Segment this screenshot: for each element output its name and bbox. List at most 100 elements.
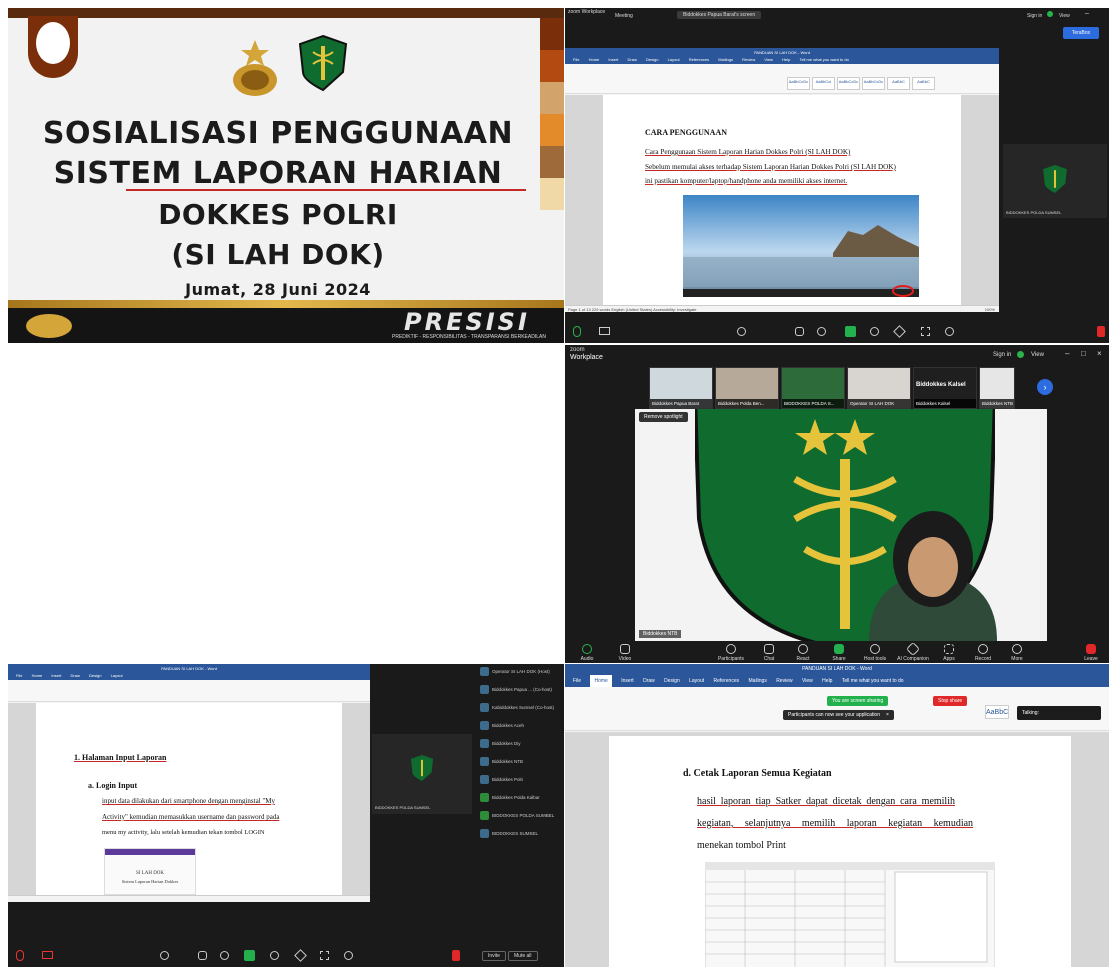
tab-review[interactable]: Review	[742, 57, 755, 62]
tab-design[interactable]: Design	[89, 673, 101, 678]
tab-view[interactable]: View	[764, 57, 773, 62]
tab-draw[interactable]: Draw	[71, 673, 80, 678]
chat-icon[interactable]	[795, 327, 804, 336]
main-speaker-video[interactable]: Remove spotlight Biddokkes NTB	[635, 409, 1047, 641]
tab-help[interactable]: Help	[822, 675, 832, 687]
react-button[interactable]: React	[785, 644, 821, 662]
word-page[interactable]: d. Cetak Laporan Semua Kegiatan hasil la…	[609, 736, 1071, 967]
participant-row[interactable]: BIDDOKKES SUMSEL	[480, 826, 564, 842]
participant-thumb[interactable]: BIDDOKKES POLDA S...	[781, 367, 845, 409]
meeting-tab[interactable]: Meeting	[615, 13, 633, 19]
ai-companion-button[interactable]: AI Companion	[893, 641, 933, 662]
chat-icon[interactable]	[198, 951, 207, 960]
style-no-spacing[interactable]: AaBbCcDc	[862, 77, 885, 90]
tab-insert[interactable]: Insert	[608, 57, 618, 62]
record-button[interactable]: Record	[965, 644, 1001, 662]
leave-icon[interactable]	[1097, 326, 1105, 337]
tab-file[interactable]: File	[16, 673, 22, 678]
minimize-icon[interactable]: –	[1065, 349, 1069, 358]
participant-video-tile[interactable]: BIDDOKKES POLDA SUMSEL	[372, 734, 472, 814]
audio-icon[interactable]	[573, 326, 581, 337]
tab-mailings[interactable]: Mailings	[718, 57, 733, 62]
style-body-text[interactable]: AaBbCcI	[812, 77, 835, 90]
tab-home[interactable]: Home	[32, 673, 43, 678]
tab-design[interactable]: Design	[664, 675, 680, 687]
word-page[interactable]: CARA PENGGUNAAN Cara Penggunaan Sistem L…	[603, 95, 961, 305]
style-body-text-2[interactable]: AaBbCcDc	[837, 77, 860, 90]
participants-icon[interactable]	[160, 951, 169, 960]
participant-row[interactable]: Operator SI LAH DOK (Host)	[480, 664, 564, 680]
tab-view[interactable]: View	[802, 675, 813, 687]
participants-button[interactable]: Participants	[713, 644, 749, 662]
apps-button[interactable]: Apps	[931, 644, 967, 662]
tab-references[interactable]: References	[714, 675, 740, 687]
remove-spotlight-button[interactable]: Remove spotlight	[639, 412, 688, 422]
maximize-icon[interactable]: □	[1081, 349, 1086, 358]
participant-thumb[interactable]: Biddokkes Kalsel Biddokkes Kalsel	[913, 367, 977, 409]
tab-references[interactable]: References	[689, 57, 709, 62]
apps-icon[interactable]	[921, 327, 930, 336]
tab-mailings[interactable]: Mailings	[749, 675, 767, 687]
invite-button[interactable]: Invite	[482, 951, 506, 961]
style-heading-2[interactable]: AaBbC	[912, 77, 935, 90]
react-icon[interactable]	[817, 327, 826, 336]
style-heading-1[interactable]: AaBbC	[887, 77, 910, 90]
tab-file[interactable]: File	[573, 675, 581, 687]
sign-in-link[interactable]: Sign in	[993, 352, 1011, 358]
tab-insert[interactable]: Insert	[51, 673, 61, 678]
next-page-icon[interactable]: ›	[1037, 379, 1053, 395]
tell-me-search[interactable]: Tell me what you want to do	[799, 57, 848, 62]
zoom-percent[interactable]: 100%	[985, 306, 995, 313]
participant-row[interactable]: Biddokkes Polri	[480, 772, 564, 788]
participant-video-tile[interactable]: BIDDOKKES POLDA SUMSEL	[1003, 144, 1107, 218]
terabox-button[interactable]: TeraBox	[1063, 27, 1099, 39]
video-off-icon[interactable]	[42, 951, 53, 959]
host-tools-icon[interactable]	[870, 327, 879, 336]
video-icon[interactable]	[599, 327, 610, 335]
mute-all-button[interactable]: Mute all	[508, 951, 538, 961]
ai-companion-icon[interactable]	[893, 325, 906, 338]
tab-home[interactable]: Home	[590, 675, 612, 687]
tab-layout[interactable]: Layout	[689, 675, 704, 687]
more-icon[interactable]	[945, 327, 954, 336]
more-icon[interactable]	[344, 951, 353, 960]
host-tools-icon[interactable]	[270, 951, 279, 960]
view-button[interactable]: View	[1059, 13, 1070, 19]
participants-icon[interactable]	[737, 327, 746, 336]
styles-gallery[interactable]: AaBbC	[985, 701, 1011, 719]
participant-thumb[interactable]: Operator SI LAH DOK	[847, 367, 911, 409]
audio-button[interactable]: Audio	[569, 644, 605, 662]
share-icon[interactable]	[244, 950, 255, 961]
participant-row[interactable]: Biddokkes NTB	[480, 754, 564, 770]
styles-gallery[interactable]: AaBbCcDc AaBbCcI AaBbCcDc AaBbCcDc AaBbC AaBb…	[787, 70, 937, 90]
tab-layout[interactable]: Layout	[668, 57, 680, 62]
share-icon[interactable]	[845, 326, 856, 337]
tab-draw[interactable]: Draw	[628, 57, 637, 62]
tab-help[interactable]: Help	[782, 57, 790, 62]
video-button[interactable]: Video	[607, 644, 643, 662]
view-button[interactable]: View	[1031, 352, 1044, 358]
sign-in-link[interactable]: Sign in	[1027, 13, 1042, 19]
stop-share-button[interactable]: Stop share	[933, 696, 968, 706]
participant-row[interactable]: Biddokkes Diy	[480, 736, 564, 752]
participant-thumb[interactable]: Biddokkes NTB	[979, 367, 1015, 409]
tell-me-search[interactable]: Tell me what you want to do	[842, 675, 904, 687]
close-icon[interactable]: ×	[1097, 349, 1102, 358]
leave-icon[interactable]	[452, 950, 460, 961]
tab-design[interactable]: Design	[646, 57, 658, 62]
participant-thumb[interactable]: Biddokkes Polda Ben...	[715, 367, 779, 409]
share-button[interactable]: Share	[821, 644, 857, 662]
minimize-icon[interactable]: –	[1085, 10, 1089, 17]
react-icon[interactable]	[220, 951, 229, 960]
participant-row[interactable]: BIDDOKKES POLDA SUMBEL	[480, 808, 564, 824]
style-normal[interactable]: AaBbCcDc	[787, 77, 810, 90]
tab-file[interactable]: File	[573, 57, 579, 62]
tab-draw[interactable]: Draw	[643, 675, 655, 687]
ai-companion-icon[interactable]	[294, 949, 307, 962]
chat-button[interactable]: Chat	[751, 644, 787, 662]
host-tools-button[interactable]: Host tools	[857, 644, 893, 662]
tab-layout[interactable]: Layout	[111, 673, 123, 678]
tab-home[interactable]: Home	[589, 57, 600, 62]
participant-row[interactable]: Biddokkes Polda Kalbar	[480, 790, 564, 806]
more-button[interactable]: More	[999, 644, 1035, 662]
